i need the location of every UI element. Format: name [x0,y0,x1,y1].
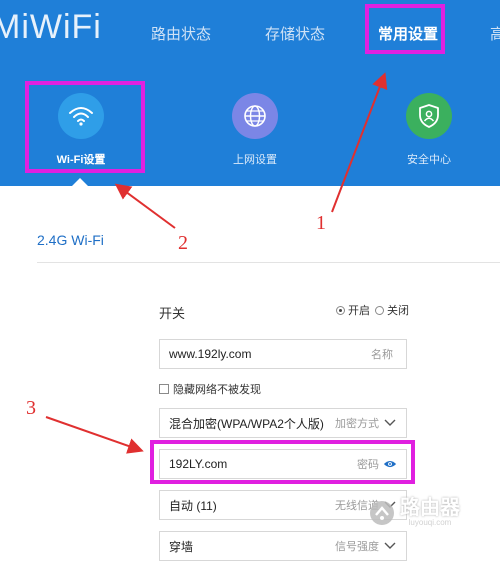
ssid-field[interactable]: www.192ly.com 名称 [159,339,407,369]
annotation-number-2: 2 [178,232,188,254]
chevron-down-icon [383,416,397,430]
miwifi-logo: MiWiFi [0,8,102,46]
globe-icon [232,93,278,139]
watermark-sub: luyouqi.com [408,518,452,527]
hide-network-checkbox[interactable] [159,384,169,394]
radio-off-label: 关闭 [387,305,409,317]
ssid-hint: 名称 [371,349,393,361]
chevron-down-icon [383,539,397,553]
active-tile-pointer [71,178,89,187]
highlight-wifi-tile [25,81,145,173]
encryption-select[interactable]: 混合加密(WPA/WPA2个人版) 加密方式 [159,408,407,438]
hide-network-label: 隐藏网络不被发现 [173,384,261,396]
tile-security-label: 安全中心 [407,154,451,166]
arrow-3 [45,416,144,454]
radio-on-label: 开启 [348,305,370,317]
watermark-text: 路由器 [400,497,460,519]
signal-strength-select[interactable]: 穿墙 信号强度 [159,531,407,561]
tile-security-center[interactable]: 安全中心 [374,93,484,167]
encryption-hint: 加密方式 [335,418,379,430]
hide-network-row: 隐藏网络不被发现 [159,381,261,397]
tile-internet-settings[interactable]: 上网设置 [200,93,310,167]
ssid-value: www.192ly.com [169,347,252,361]
channel-value: 自动 (11) [169,498,217,513]
router-logo-icon [370,500,394,525]
highlight-common-settings [365,4,445,54]
signal-hint: 信号强度 [335,541,379,553]
nav-advanced[interactable]: 高 [490,23,500,44]
annotation-number-3: 3 [26,397,36,419]
arrow-2 [114,183,176,229]
radio-on[interactable] [336,305,345,315]
annotation-number-1: 1 [316,212,326,234]
encryption-value: 混合加密(WPA/WPA2个人版) [169,416,324,431]
watermark: 路由器 luyouqi.com [368,498,460,527]
nav-router-status[interactable]: 路由状态 [151,23,211,44]
switch-label: 开关 [159,306,186,321]
signal-value: 穿墙 [169,539,194,554]
radio-off[interactable] [375,305,384,315]
tile-internet-label: 上网设置 [233,154,277,166]
wifi-switch-radio-group: 开启 关闭 [336,302,409,318]
nav-storage-status[interactable]: 存储状态 [265,23,325,44]
section-title: 2.4G Wi-Fi [37,232,104,248]
highlight-password-field [150,440,415,484]
section-divider [37,262,500,263]
shield-icon [406,93,452,139]
